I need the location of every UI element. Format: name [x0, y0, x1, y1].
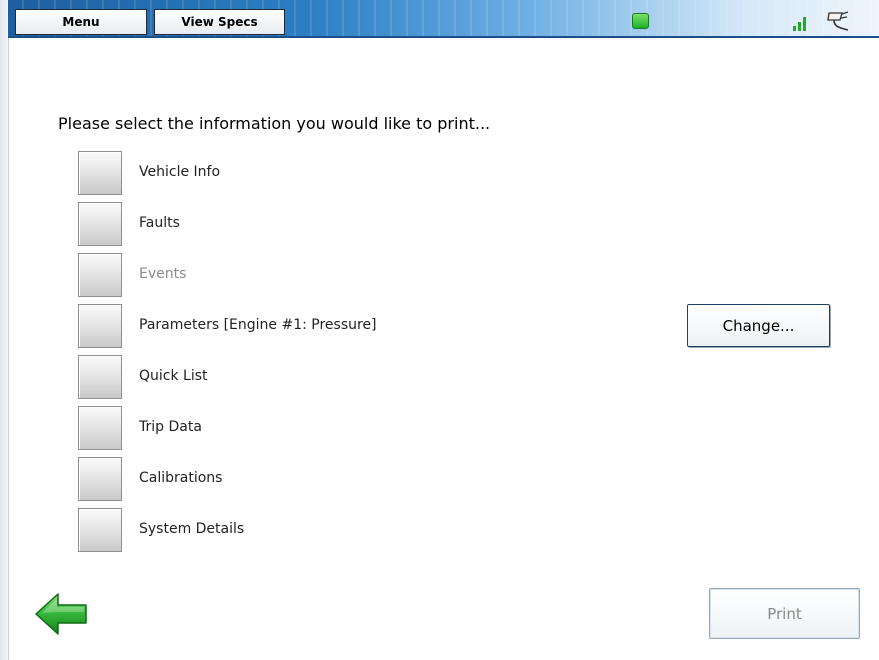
option-calibrations: Calibrations [78, 457, 838, 502]
option-system-details: System Details [78, 508, 838, 553]
connector-cable-icon [827, 11, 849, 31]
option-label: Parameters [Engine #1: Pressure] [139, 317, 377, 333]
parameters-checkbox[interactable] [78, 304, 122, 348]
option-label: System Details [139, 521, 245, 537]
option-quick-list: Quick List [78, 355, 838, 400]
signal-strength-icon [793, 15, 809, 31]
window-left-edge [0, 0, 9, 660]
option-trip-data: Trip Data [78, 406, 838, 451]
view-specs-button[interactable]: View Specs [154, 9, 285, 35]
option-label: Faults [139, 215, 180, 231]
option-events: Events [78, 253, 838, 298]
trip-data-checkbox[interactable] [78, 406, 122, 450]
menu-button[interactable]: Menu [15, 9, 147, 35]
system-details-checkbox[interactable] [78, 508, 122, 552]
print-button[interactable]: Print [709, 588, 860, 639]
option-label: Calibrations [139, 470, 223, 486]
vehicle-info-checkbox[interactable] [78, 151, 122, 195]
top-toolbar: Menu View Specs [8, 0, 879, 38]
quick-list-checkbox[interactable] [78, 355, 122, 399]
option-faults: Faults [78, 202, 838, 247]
option-label: Events [139, 266, 187, 282]
option-label: Vehicle Info [139, 164, 221, 180]
faults-checkbox[interactable] [78, 202, 122, 246]
option-vehicle-info: Vehicle Info [78, 151, 838, 196]
print-prompt: Please select the information you would … [58, 114, 491, 133]
events-checkbox [78, 253, 122, 297]
status-led-icon [632, 13, 649, 29]
back-arrow-icon[interactable] [34, 591, 88, 637]
option-label: Quick List [139, 368, 208, 384]
calibrations-checkbox[interactable] [78, 457, 122, 501]
change-parameters-button[interactable]: Change... [687, 304, 830, 347]
option-label: Trip Data [139, 419, 202, 435]
